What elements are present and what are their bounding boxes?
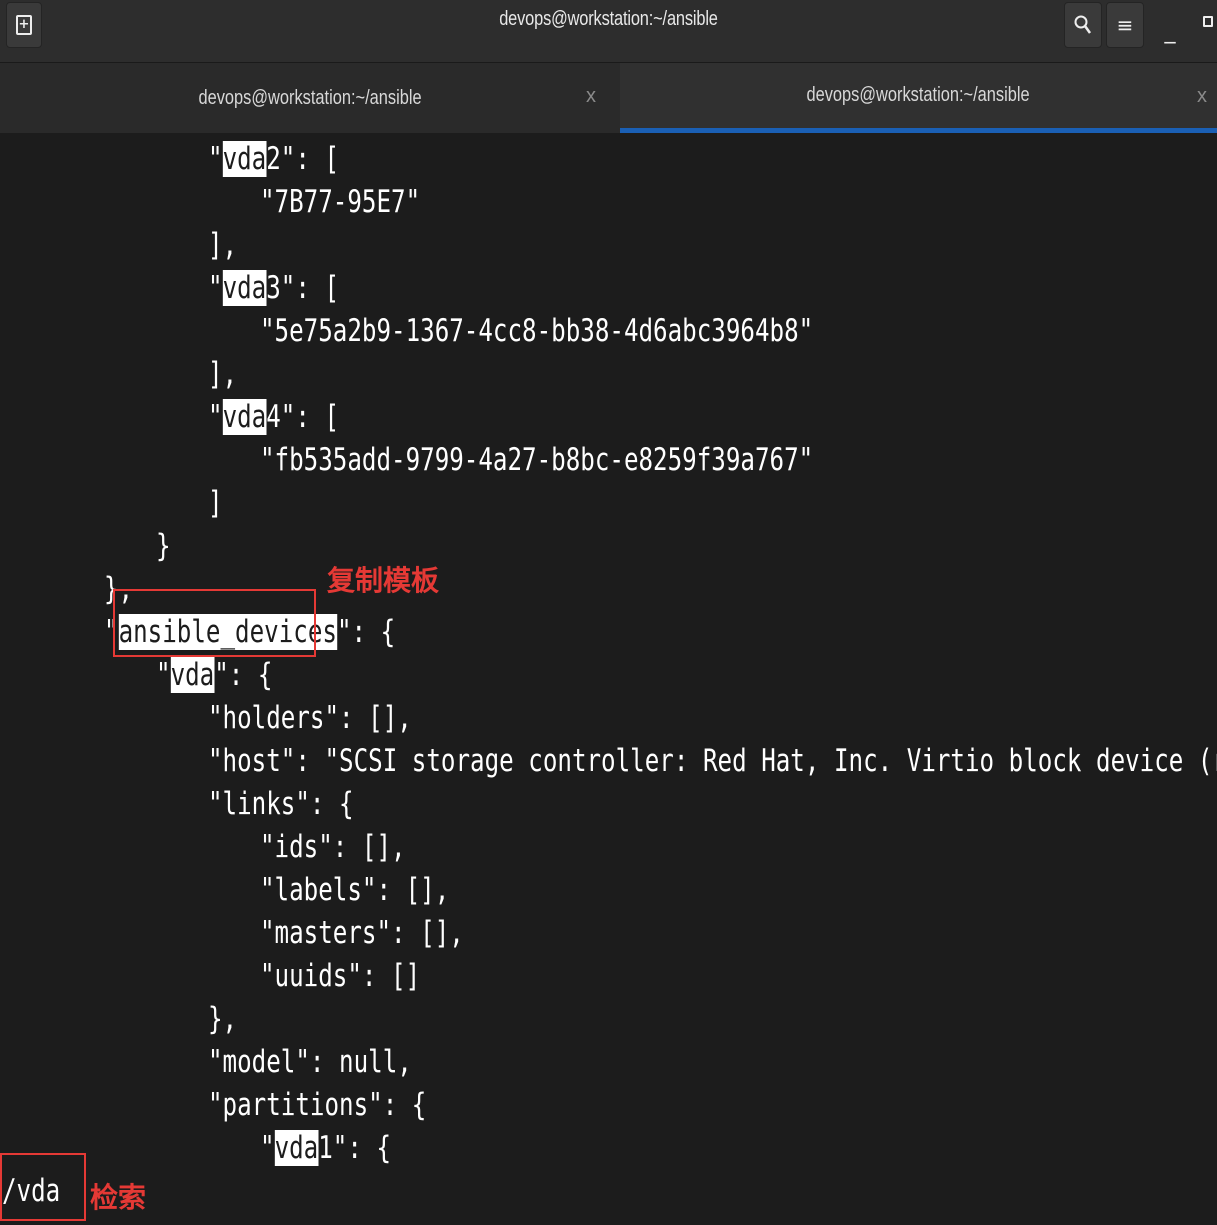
annotation-box-copy-template [113,589,316,657]
maximize-icon [1203,16,1213,27]
terminal-line: ] [208,485,223,521]
terminal-line: "host": "SCSI storage controller: Red Ha… [208,743,1217,779]
minimize-button[interactable]: _ [1158,8,1182,44]
menu-button[interactable]: ≡ [1106,2,1144,48]
terminal-line: "holders": [], [208,700,412,736]
search-match: vda [222,141,267,177]
title-bar: + devops@workstation:~/ansible ≡ _ [0,0,1217,63]
search-icon [1074,15,1092,34]
tab-label: devops@workstation:~/ansible [806,84,1031,106]
terminal-line: "masters": [], [260,915,464,951]
tab-label: devops@workstation:~/ansible [198,86,422,109]
terminal-line: "5e75a2b9-1367-4cc8-bb38-4d6abc3964b8" [260,313,814,349]
terminal-line: } [156,528,171,564]
terminal-line: ], [208,356,238,392]
annotation-copy-template: 复制模板 [327,564,440,597]
terminal-line: "fb535add-9799-4a27-b8bc-e8259f39a767" [260,442,814,478]
search-match: vda [274,1130,319,1166]
terminal-line: "vda4": [ [208,399,340,435]
search-match: vda [222,399,267,435]
hamburger-icon: ≡ [1116,13,1134,37]
terminal-line: "vda3": [ [208,270,340,306]
new-tab-icon: + [16,15,32,35]
minimize-icon: _ [1164,19,1176,44]
terminal-line: }, [208,1001,238,1037]
tab-1[interactable]: devops@workstation:~/ansible x [0,63,620,133]
terminal-line: "uuids": [] [260,958,421,994]
search-match: vda [170,657,215,693]
annotation-box-search [0,1153,86,1221]
annotation-search: 检索 [90,1181,147,1214]
terminal-line: "links": { [208,786,354,822]
tab-2[interactable]: devops@workstation:~/ansible x [620,63,1217,133]
terminal-line: "ids": [], [260,829,406,865]
maximize-button[interactable] [1203,16,1213,28]
terminal-line: "vda": { [156,657,273,693]
terminal-line: ], [208,227,238,263]
window-title: devops@workstation:~/ansible [499,8,718,30]
terminal-output[interactable]: "vda2": [ "7B77-95E7" ], "vda3": [ "5e75… [0,134,1217,1225]
tab-close-icon[interactable]: x [586,85,596,108]
terminal-line: "partitions": { [208,1087,427,1123]
new-tab-button[interactable]: + [6,2,42,48]
search-button[interactable] [1064,2,1102,48]
terminal-line: "vda2": [ [208,141,340,177]
terminal-line: "model": null, [208,1044,412,1080]
terminal-line: "labels": [], [260,872,450,908]
tab-bar: devops@workstation:~/ansible x devops@wo… [0,63,1217,133]
terminal-line: "vda1": { [260,1130,392,1166]
search-match: vda [222,270,267,306]
tab-close-icon[interactable]: x [1197,85,1207,108]
terminal-line: "7B77-95E7" [260,184,421,220]
